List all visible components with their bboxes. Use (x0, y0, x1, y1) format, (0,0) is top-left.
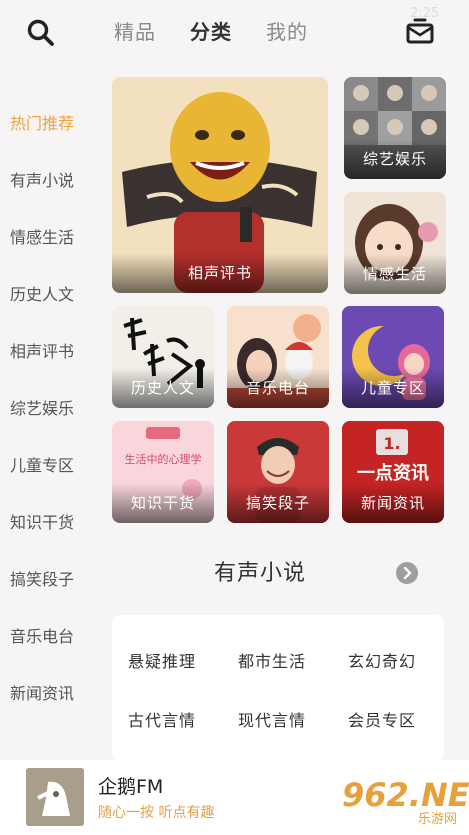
search-button[interactable] (24, 16, 58, 50)
subcategory-item[interactable]: 玄幻奇幻 (348, 648, 416, 672)
sidebar-item-news[interactable]: 新闻资讯 (0, 665, 100, 722)
mail-icon (406, 18, 434, 44)
sidebar-item-audio-novel[interactable]: 有声小说 (0, 152, 100, 209)
subcategory-item[interactable]: 悬疑推理 (128, 648, 196, 672)
subcategory-item[interactable]: 都市生活 (238, 648, 306, 672)
subcategory-item[interactable]: 古代言情 (128, 707, 196, 731)
tile-emotion[interactable]: 情感生活 (344, 192, 446, 294)
tile-jokes[interactable]: 搞笑段子 (227, 421, 329, 523)
tile-music[interactable]: 音乐电台 (227, 306, 329, 408)
sidebar-item-jokes[interactable]: 搞笑段子 (0, 551, 100, 608)
tile-news[interactable]: 1. 一点资讯 新闻资讯 (342, 421, 444, 523)
sidebar-item-history[interactable]: 历史人文 (0, 266, 100, 323)
news-brand-text: 一点资讯 (357, 462, 429, 484)
player-title: 企鹅FM (98, 776, 164, 798)
subcategory-item[interactable]: 会员专区 (348, 707, 416, 731)
tab-categories[interactable]: 分类 (184, 14, 238, 47)
subcategory-card: 悬疑推理 都市生活 玄幻奇幻 古代言情 现代言情 会员专区 (112, 615, 444, 761)
tile-knowledge[interactable]: 生活中的心理学 知识干货 (112, 421, 214, 523)
sidebar-item-emotion[interactable]: 情感生活 (0, 209, 100, 266)
section-title: 有声小说 (214, 561, 307, 586)
tile-crosstalk[interactable]: 相声评书 (112, 77, 328, 293)
sidebar-item-variety[interactable]: 综艺娱乐 (0, 380, 100, 437)
tab-featured[interactable]: 精品 (108, 14, 162, 47)
tile-label-history: 历史人文 (112, 368, 214, 408)
tile-kids[interactable]: 儿童专区 (342, 306, 444, 408)
sidebar-item-music[interactable]: 音乐电台 (0, 608, 100, 665)
sidebar-item-knowledge[interactable]: 知识干货 (0, 494, 100, 551)
penguin-logo-icon (26, 768, 84, 826)
tile-label-music: 音乐电台 (227, 368, 329, 408)
top-bar: 2:25 精品 分类 我的 (0, 0, 469, 60)
tile-label-knowledge: 知识干货 (112, 483, 214, 523)
tile-history[interactable]: 历史人文 (112, 306, 214, 408)
search-icon (27, 19, 54, 46)
tile-label-news: 新闻资讯 (342, 483, 444, 523)
tab-mine[interactable]: 我的 (260, 14, 314, 47)
message-button[interactable] (404, 16, 436, 46)
tile-variety[interactable]: 综艺娱乐 (344, 77, 446, 179)
chevron-right-icon (403, 566, 412, 580)
top-tabs: 精品 分类 我的 (108, 14, 314, 47)
player-cover[interactable] (26, 768, 84, 826)
section-more-button[interactable] (396, 562, 418, 584)
sidebar-item-kids[interactable]: 儿童专区 (0, 437, 100, 494)
tile-label-crosstalk: 相声评书 (112, 253, 328, 293)
sidebar-item-hot[interactable]: 热门推荐 (0, 95, 100, 152)
category-sidebar: 热门推荐 有声小说 情感生活 历史人文 相声评书 综艺娱乐 儿童专区 知识干货 … (0, 95, 100, 722)
tile-label-jokes: 搞笑段子 (227, 483, 329, 523)
sidebar-item-crosstalk[interactable]: 相声评书 (0, 323, 100, 380)
knowledge-banner-text: 生活中的心理学 (125, 452, 202, 466)
player-subtitle: 随心一按 听点有趣 (98, 805, 215, 821)
watermark-subtext: 乐游网 (418, 812, 458, 827)
news-logo-number: 1. (383, 434, 400, 453)
tile-label-emotion: 情感生活 (344, 254, 446, 294)
tile-label-variety: 综艺娱乐 (344, 139, 446, 179)
tile-label-kids: 儿童专区 (342, 368, 444, 408)
subcategory-item[interactable]: 现代言情 (238, 707, 306, 731)
